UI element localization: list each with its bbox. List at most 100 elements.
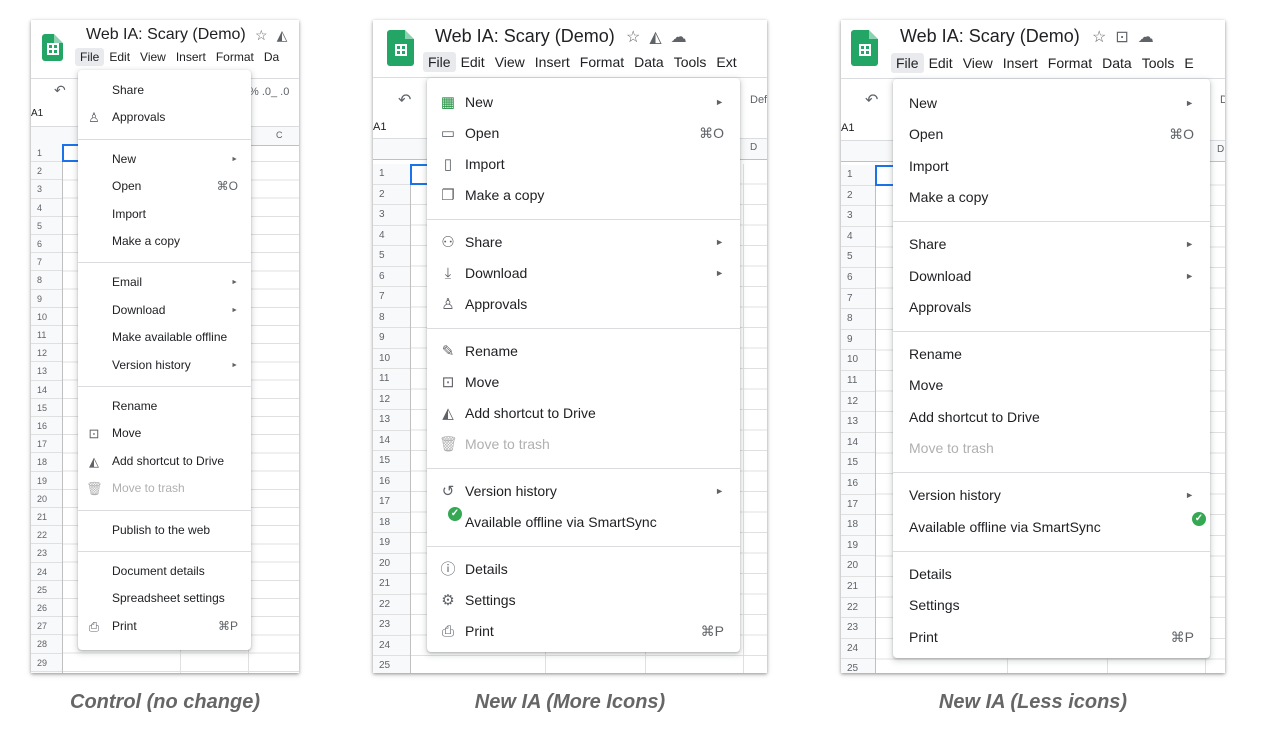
row-header[interactable]: 22 <box>841 598 875 619</box>
menu-item-add-shortcut-to-drive[interactable]: Add shortcut to Drive <box>893 402 1210 433</box>
menu-file[interactable]: File <box>891 53 924 73</box>
menu-tools[interactable]: Tools <box>669 52 712 72</box>
menu-item-rename[interactable]: ✎ Rename <box>427 336 740 367</box>
menu-item-make-a-copy[interactable]: Make a copy <box>78 228 251 255</box>
row-header[interactable]: 23 <box>841 618 875 639</box>
menu-item-make-available-offline[interactable]: Make available offline <box>78 324 251 351</box>
row-header[interactable]: 11 <box>373 369 410 390</box>
menu-item-import[interactable]: Import <box>893 151 1210 182</box>
star-icon[interactable]: ☆ <box>626 29 640 46</box>
row-header[interactable]: 17 <box>841 495 875 516</box>
menu-format[interactable]: Format <box>575 52 629 72</box>
row-header[interactable]: 18 <box>373 513 410 533</box>
undo-icon[interactable]: ↶ <box>865 90 878 110</box>
row-header[interactable]: 13 <box>841 412 875 433</box>
star-icon[interactable]: ☆ <box>1092 29 1106 46</box>
undo-icon[interactable]: ↶ <box>398 90 411 110</box>
row-header[interactable]: 3 <box>373 205 410 226</box>
row-header[interactable]: 18 <box>31 453 62 472</box>
menu-item-approvals[interactable]: Approvals <box>893 292 1210 323</box>
row-header[interactable]: 2 <box>31 162 62 181</box>
row-header[interactable]: 9 <box>31 290 62 308</box>
row-header[interactable]: 6 <box>373 267 410 287</box>
row-header[interactable]: 22 <box>31 526 62 545</box>
row-header[interactable]: 1 <box>841 165 875 186</box>
column-header[interactable]: C <box>276 130 283 140</box>
row-header[interactable]: 11 <box>31 326 62 345</box>
menu-item-print[interactable]: ⎙ Print ⌘P <box>78 613 251 640</box>
menu-item-print[interactable]: ⎙ Print ⌘P <box>427 616 740 647</box>
row-header[interactable]: 4 <box>841 227 875 248</box>
name-box[interactable]: A1 <box>373 121 386 133</box>
row-header[interactable]: 12 <box>373 390 410 410</box>
row-header[interactable]: 8 <box>373 308 410 328</box>
row-header[interactable]: 24 <box>841 639 875 660</box>
menu-edit[interactable]: Edit <box>924 53 958 73</box>
cloud-icon[interactable]: ☁ <box>1138 29 1154 46</box>
sheets-logo-icon[interactable] <box>42 34 63 61</box>
row-header[interactable]: 4 <box>31 199 62 217</box>
menu-insert[interactable]: Insert <box>530 52 575 72</box>
menu-item-rename[interactable]: Rename <box>893 339 1210 370</box>
menu-format[interactable]: Format <box>1043 53 1097 73</box>
row-header[interactable]: 14 <box>373 431 410 451</box>
menu-item-move[interactable]: Move <box>893 370 1210 401</box>
row-header[interactable]: 16 <box>841 474 875 495</box>
menu-item-import[interactable]: ▯ Import <box>427 149 740 180</box>
row-header[interactable]: 22 <box>373 595 410 615</box>
row-header[interactable]: 19 <box>31 472 62 490</box>
row-header[interactable]: 8 <box>31 271 62 290</box>
row-header[interactable]: 9 <box>373 328 410 349</box>
menu-item-share[interactable]: Share <box>78 77 251 104</box>
row-header[interactable]: 23 <box>31 544 62 563</box>
row-header[interactable]: 10 <box>373 349 410 369</box>
drive-icon[interactable]: ◭ <box>277 27 288 43</box>
column-header[interactable]: D <box>1217 144 1224 155</box>
row-header[interactable]: 6 <box>31 235 62 254</box>
menu-item-details[interactable]: ⓘ Details <box>427 554 740 585</box>
name-box[interactable]: A1 <box>31 108 43 119</box>
column-header[interactable]: D <box>750 142 757 153</box>
menu-item-new[interactable]: ▦ New ► <box>427 87 740 118</box>
row-header[interactable]: 24 <box>31 563 62 581</box>
row-header[interactable]: 16 <box>31 417 62 436</box>
menu-item-download[interactable]: Download ► <box>78 297 251 324</box>
row-header[interactable]: 21 <box>373 574 410 595</box>
menu-item-approvals[interactable]: ♙ Approvals <box>427 289 740 320</box>
row-header[interactable]: 10 <box>31 308 62 326</box>
menu-item-settings[interactable]: Settings <box>893 590 1210 621</box>
menu-item-make-a-copy[interactable]: Make a copy <box>893 182 1210 213</box>
menu-item-import[interactable]: Import <box>78 201 251 228</box>
menu-view[interactable]: View <box>490 52 530 72</box>
row-header[interactable]: 8 <box>841 309 875 330</box>
row-header[interactable]: 2 <box>841 186 875 207</box>
menu-file[interactable]: File <box>423 52 456 72</box>
row-header[interactable]: 26 <box>31 599 62 618</box>
menu-edit[interactable]: Edit <box>456 52 490 72</box>
menu-da[interactable]: Da <box>259 48 284 66</box>
menu-item-move[interactable]: ⊡ Move <box>78 420 251 447</box>
menu-item-rename[interactable]: Rename <box>78 393 251 420</box>
row-header[interactable]: 15 <box>31 399 62 417</box>
row-header[interactable]: 20 <box>841 556 875 577</box>
menu-item-available-offline-via-smartsync[interactable]: ✓ Available offline via SmartSync <box>427 507 740 538</box>
row-header[interactable]: 2 <box>373 185 410 205</box>
row-header[interactable]: 17 <box>373 492 410 513</box>
menu-item-approvals[interactable]: ♙ Approvals <box>78 104 251 131</box>
row-header[interactable]: 10 <box>841 350 875 371</box>
menu-item-download[interactable]: ⤓ Download ► <box>427 258 740 289</box>
sheets-logo-icon[interactable] <box>387 30 414 66</box>
row-header[interactable]: 15 <box>373 451 410 472</box>
menu-item-download[interactable]: Download ► <box>893 261 1210 292</box>
row-header[interactable]: 3 <box>841 206 875 227</box>
row-header[interactable]: 14 <box>841 433 875 454</box>
menu-tools[interactable]: Tools <box>1137 53 1180 73</box>
row-header[interactable]: 29 <box>31 654 62 672</box>
row-header[interactable]: 12 <box>31 344 62 363</box>
row-header[interactable]: 7 <box>841 289 875 310</box>
menu-item-open[interactable]: ▭ Open ⌘O <box>427 118 740 149</box>
row-header[interactable]: 4 <box>373 226 410 246</box>
row-header[interactable]: 12 <box>841 392 875 413</box>
menu-item-new[interactable]: New ► <box>893 88 1210 119</box>
menu-item-move[interactable]: ⊡ Move <box>427 367 740 398</box>
